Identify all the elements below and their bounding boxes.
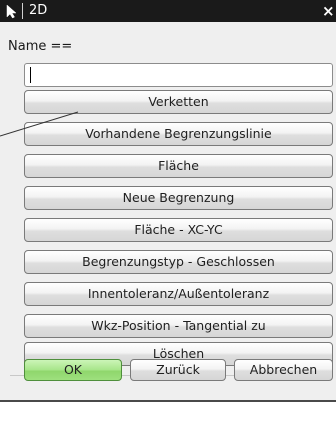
pointer-leader-line [0,111,79,137]
name-input[interactable] [24,63,333,87]
title-bar[interactable]: 2D × [0,0,336,22]
dialog-window: 2D × Name == Verketten Vorhandene Begren… [0,0,336,402]
cursor-arrow-icon [6,4,17,19]
ok-button[interactable]: OK [24,359,122,381]
desktop: 2D × Name == Verketten Vorhandene Begren… [0,0,336,428]
tool-position-tangent-button[interactable]: Wkz-Position - Tangential zu [24,314,333,338]
close-icon[interactable]: × [322,3,336,19]
name-label: Name == [8,39,73,54]
cancel-button[interactable]: Abbrechen [234,359,333,381]
new-boundary-button[interactable]: Neue Begrenzung [24,186,333,210]
surface-button[interactable]: Fläche [24,154,333,178]
window-title: 2D [29,3,48,18]
text-caret [30,67,31,83]
boundary-type-closed-button[interactable]: Begrenzungstyp - Geschlossen [24,250,333,274]
title-separator [22,3,23,19]
tolerance-button[interactable]: Innentoleranz/Außentoleranz [24,282,333,306]
surface-xc-yc-button[interactable]: Fläche - XC-YC [24,218,333,242]
back-button[interactable]: Zurück [130,359,226,381]
